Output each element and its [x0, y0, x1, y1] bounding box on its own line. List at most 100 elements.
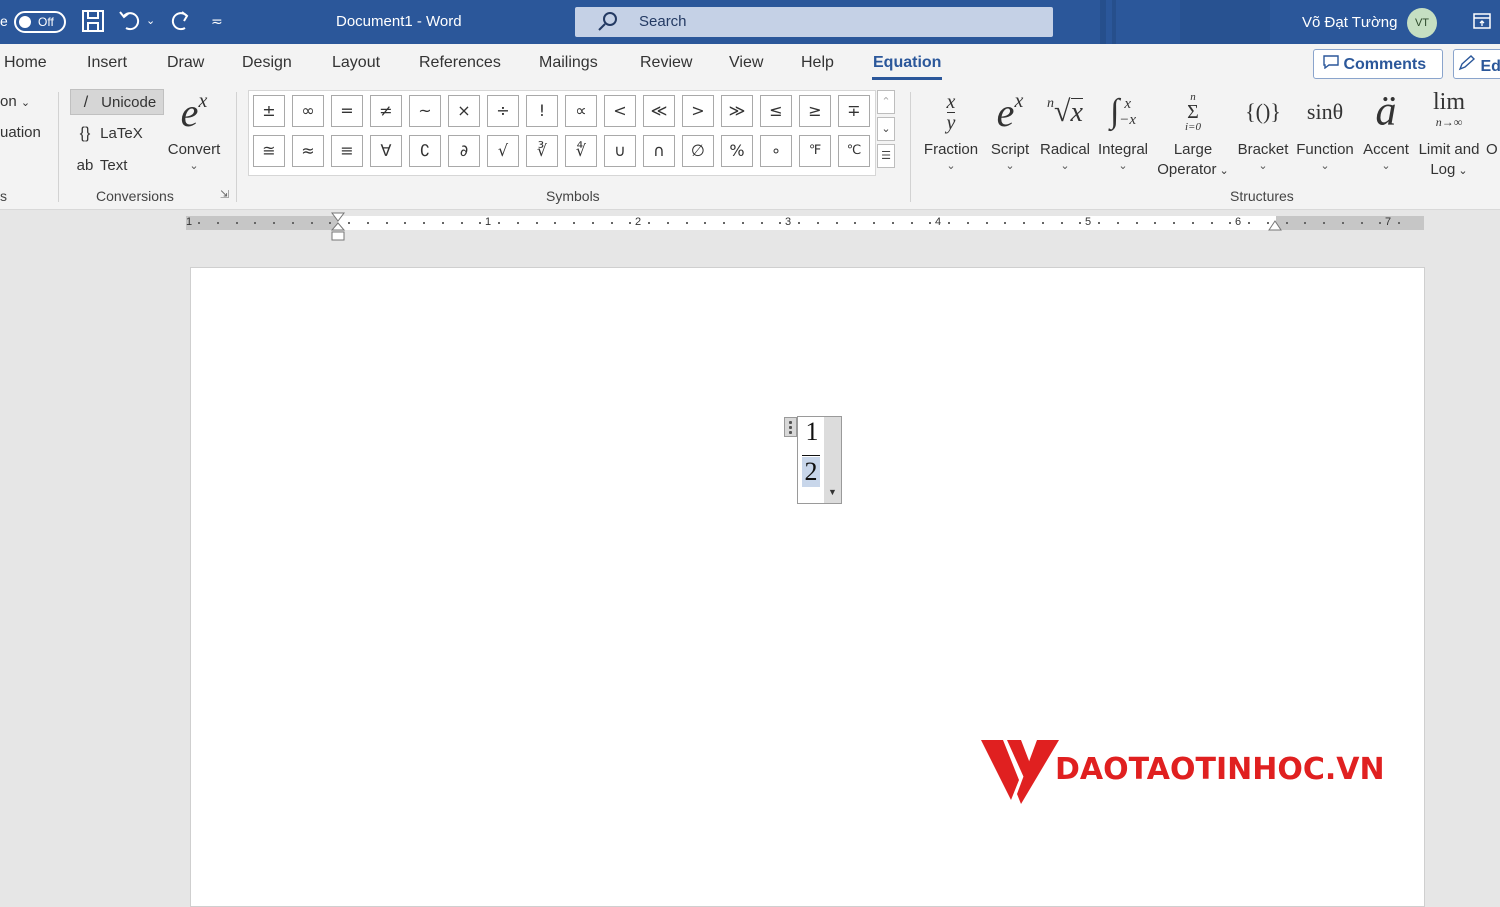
- symbol-button[interactable]: %: [721, 135, 753, 167]
- symbol-button[interactable]: ∁: [409, 135, 441, 167]
- large-operator-button[interactable]: n Σi=0 Large Operator ⌄: [1154, 84, 1232, 181]
- editing-button[interactable]: Ed: [1453, 49, 1500, 79]
- gallery-scroll-down-icon[interactable]: ⌄: [877, 117, 895, 141]
- symbol-button[interactable]: ℉: [799, 135, 831, 167]
- symbol-button[interactable]: ≫: [721, 95, 753, 127]
- tab-view[interactable]: View: [729, 54, 763, 72]
- ruler-tick: [423, 222, 425, 224]
- script-button[interactable]: ex Script ⌄: [986, 84, 1034, 173]
- tab-home[interactable]: Home: [4, 54, 47, 72]
- ruler-tick: [498, 222, 500, 224]
- indent-marker-icon[interactable]: [331, 212, 345, 242]
- tab-review[interactable]: Review: [640, 54, 692, 72]
- symbol-button[interactable]: ∜: [565, 135, 597, 167]
- dialog-launcher-icon[interactable]: ⇲: [220, 188, 229, 201]
- symbols-group-label: Symbols: [546, 188, 600, 204]
- autosave-toggle[interactable]: Off: [14, 11, 66, 33]
- ruler-tick: [291, 222, 294, 224]
- radical-button[interactable]: n √ x Radical ⌄: [1038, 84, 1092, 172]
- operator-icon: [1486, 84, 1500, 140]
- symbols-gallery: ± ∞ = ≠ ~ × ÷! ∝ < ≪ > ≫ ≤ ≥ ∓ ≅ ≈ ≡ ∀ ∁ ∂ √ ∛ ∜ ∪ ∩ ∅% ∘ ℉ ℃: [248, 90, 876, 176]
- function-button[interactable]: sinθ Function ⌄: [1294, 84, 1356, 172]
- latex-label: LaTeX: [100, 125, 143, 142]
- symbol-button[interactable]: <: [604, 95, 636, 127]
- symbol-button[interactable]: ∓: [838, 95, 870, 127]
- ribbon-display-icon[interactable]: [1472, 12, 1492, 35]
- tab-mailings[interactable]: Mailings: [539, 54, 598, 72]
- equation-button[interactable]: on ⌄: [0, 93, 30, 110]
- tab-references[interactable]: References: [419, 54, 501, 72]
- latex-option[interactable]: {} LaTeX: [70, 121, 143, 147]
- user-name[interactable]: Võ Đạt Tường: [1302, 14, 1397, 31]
- fraction-numerator[interactable]: 1: [800, 417, 824, 447]
- ruler-tick: [929, 222, 932, 224]
- text-option[interactable]: ab Text: [70, 153, 128, 179]
- avatar[interactable]: VT: [1407, 8, 1437, 38]
- ink-equation-button[interactable]: uation: [0, 124, 41, 141]
- tab-draw[interactable]: Draw: [167, 54, 204, 72]
- symbol-button[interactable]: ∀: [370, 135, 402, 167]
- gallery-more-icon[interactable]: ☰: [877, 144, 895, 168]
- tab-layout[interactable]: Layout: [332, 54, 380, 72]
- document-page[interactable]: 1 2 ▼ DAOTAOTINHOC.VN: [190, 267, 1425, 907]
- symbol-button[interactable]: ≠: [370, 95, 402, 127]
- chevron-down-icon: ⌄: [1455, 165, 1468, 177]
- summation-icon: n Σi=0: [1185, 91, 1201, 133]
- undo-icon[interactable]: [118, 8, 146, 36]
- ruler-tick: [535, 222, 538, 224]
- integral-button[interactable]: ∫ x −x Integral ⌄: [1096, 84, 1150, 172]
- symbol-button[interactable]: √: [487, 135, 519, 167]
- ruler-tick: [235, 222, 238, 224]
- equation-container[interactable]: 1 2 ▼: [784, 416, 842, 504]
- symbol-button[interactable]: ∝: [565, 95, 597, 127]
- symbol-button[interactable]: ≪: [643, 95, 675, 127]
- symbol-button[interactable]: ∩: [643, 135, 675, 167]
- symbol-button[interactable]: ±: [253, 95, 285, 127]
- symbol-button[interactable]: ∛: [526, 135, 558, 167]
- symbol-button[interactable]: !: [526, 95, 558, 127]
- convert-button[interactable]: ex Convert ⌄: [164, 84, 224, 173]
- equation-label: on: [0, 93, 17, 110]
- right-indent-marker-icon[interactable]: [1268, 220, 1282, 232]
- tab-equation[interactable]: Equation: [873, 54, 941, 72]
- symbol-button[interactable]: ℃: [838, 135, 870, 167]
- symbol-button[interactable]: ∪: [604, 135, 636, 167]
- fraction-button[interactable]: xy Fraction ⌄: [920, 84, 982, 173]
- horizontal-ruler[interactable]: 1 1 2 3 4 5 6 7: [186, 216, 1424, 230]
- redo-icon[interactable]: [168, 8, 196, 36]
- ruler-tick: [741, 222, 744, 224]
- tab-insert[interactable]: Insert: [87, 54, 127, 72]
- gallery-scroll-up-icon[interactable]: ⌃: [877, 90, 895, 114]
- symbol-button[interactable]: =: [331, 95, 363, 127]
- symbol-button[interactable]: ≈: [292, 135, 324, 167]
- fraction-denominator[interactable]: 2: [802, 457, 820, 487]
- ruler-tick: [610, 222, 613, 224]
- limit-and-log-button[interactable]: lim n→∞ Limit and Log ⌄: [1414, 84, 1484, 181]
- symbol-button[interactable]: ∘: [760, 135, 792, 167]
- accent-button[interactable]: ä Accent ⌄: [1360, 84, 1412, 172]
- operator-button[interactable]: O: [1486, 84, 1500, 160]
- symbol-button[interactable]: ∂: [448, 135, 480, 167]
- bracket-button[interactable]: {()} Bracket ⌄: [1236, 84, 1290, 172]
- unicode-option[interactable]: / Unicode: [70, 89, 164, 115]
- undo-dropdown-icon[interactable]: ⌄: [146, 14, 155, 27]
- symbol-button[interactable]: ×: [448, 95, 480, 127]
- symbol-button[interactable]: ÷: [487, 95, 519, 127]
- symbol-button[interactable]: ≡: [331, 135, 363, 167]
- comments-button[interactable]: Comments: [1313, 49, 1443, 79]
- search-box[interactable]: Search: [575, 7, 1053, 37]
- tab-design[interactable]: Design: [242, 54, 292, 72]
- tab-help[interactable]: Help: [801, 54, 834, 72]
- symbol-button[interactable]: ~: [409, 95, 441, 127]
- equation-move-handle[interactable]: [784, 417, 797, 437]
- symbol-button[interactable]: ∞: [292, 95, 324, 127]
- customize-quick-access-icon[interactable]: ≂: [211, 13, 223, 30]
- equation-options-dropdown[interactable]: ▼: [824, 417, 841, 503]
- symbol-button[interactable]: ≤: [760, 95, 792, 127]
- symbol-button[interactable]: ≅: [253, 135, 285, 167]
- symbol-button[interactable]: ∅: [682, 135, 714, 167]
- save-icon[interactable]: [80, 8, 108, 36]
- fraction-equation[interactable]: 1 2: [800, 417, 824, 503]
- symbol-button[interactable]: >: [682, 95, 714, 127]
- symbol-button[interactable]: ≥: [799, 95, 831, 127]
